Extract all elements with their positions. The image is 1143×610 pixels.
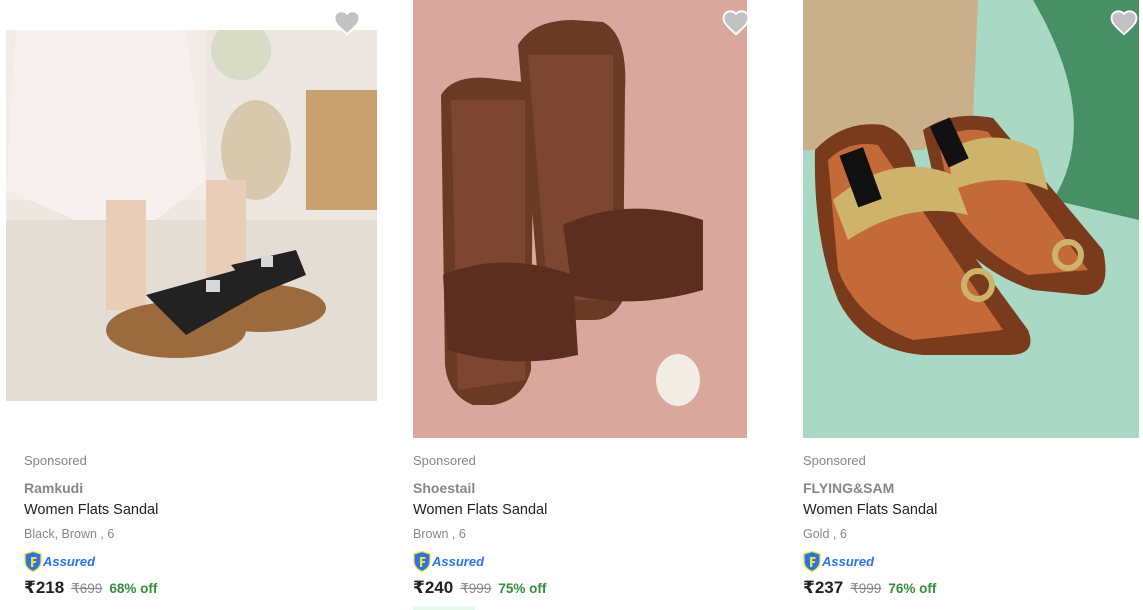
wishlist-heart-icon[interactable] bbox=[721, 8, 751, 38]
sponsored-label: Sponsored bbox=[413, 453, 476, 468]
product-title[interactable]: Women Flats Sandal bbox=[24, 500, 389, 520]
assured-label: Assured bbox=[432, 553, 485, 569]
price-row: ₹240 ₹999 75% off bbox=[413, 578, 785, 602]
product-title[interactable]: Women Flats Sandal bbox=[413, 500, 785, 520]
discount-percent: 75% off bbox=[498, 581, 547, 596]
original-price: ₹699 bbox=[71, 581, 103, 596]
assured-shield-icon bbox=[24, 550, 42, 572]
product-card[interactable]: Sponsored Ramkudi Women Flats Sandal Bla… bbox=[6, 0, 389, 610]
product-card[interactable]: Sponsored Shoestail Women Flats Sandal B… bbox=[413, 0, 785, 610]
assured-shield-icon bbox=[803, 550, 821, 572]
product-brand: Shoestail bbox=[413, 480, 476, 496]
assured-badge: Assured bbox=[803, 550, 1143, 572]
selling-price: ₹237 bbox=[803, 578, 844, 597]
discount-percent: 76% off bbox=[888, 581, 937, 596]
product-info: Sponsored Ramkudi Women Flats Sandal Bla… bbox=[24, 452, 389, 602]
discount-percent: 68% off bbox=[109, 581, 158, 596]
wishlist-heart-icon[interactable] bbox=[1109, 8, 1139, 38]
product-card[interactable]: Sponsored FLYING&SAM Women Flats Sandal … bbox=[803, 0, 1143, 610]
price-row: ₹218 ₹699 68% off bbox=[24, 578, 389, 602]
original-price: ₹999 bbox=[460, 581, 492, 596]
assured-label: Assured bbox=[822, 553, 875, 569]
highlight-strip bbox=[413, 606, 475, 610]
assured-badge: Assured bbox=[24, 550, 389, 572]
wishlist-heart-icon[interactable] bbox=[332, 8, 362, 38]
product-title[interactable]: Women Flats Sandal bbox=[803, 500, 1143, 520]
product-variant: Gold , 6 bbox=[803, 527, 847, 541]
selling-price: ₹240 bbox=[413, 578, 454, 597]
product-info: Sponsored Shoestail Women Flats Sandal B… bbox=[413, 452, 785, 602]
product-variant: Brown , 6 bbox=[413, 527, 466, 541]
product-brand: FLYING&SAM bbox=[803, 480, 895, 496]
product-image[interactable] bbox=[803, 0, 1139, 438]
assured-badge: Assured bbox=[413, 550, 785, 572]
assured-label: Assured bbox=[43, 553, 96, 569]
product-variant: Black, Brown , 6 bbox=[24, 527, 115, 541]
selling-price: ₹218 bbox=[24, 578, 65, 597]
original-price: ₹999 bbox=[850, 581, 882, 596]
price-row: ₹237 ₹999 76% off bbox=[803, 578, 1143, 602]
product-info: Sponsored FLYING&SAM Women Flats Sandal … bbox=[803, 452, 1143, 602]
product-brand: Ramkudi bbox=[24, 480, 84, 496]
assured-shield-icon bbox=[413, 550, 431, 572]
sponsored-label: Sponsored bbox=[24, 453, 87, 468]
sponsored-label: Sponsored bbox=[803, 453, 866, 468]
product-image[interactable] bbox=[6, 30, 377, 401]
product-image[interactable] bbox=[413, 0, 747, 438]
